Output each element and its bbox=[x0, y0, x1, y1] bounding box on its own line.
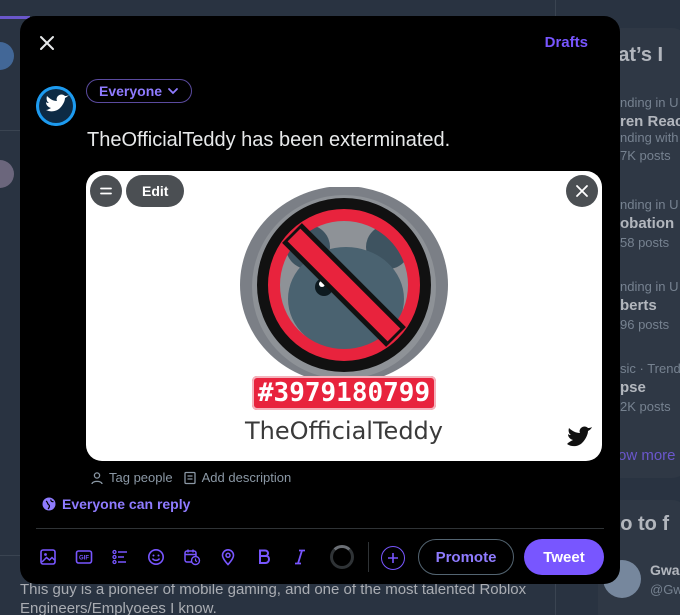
add-image-button[interactable] bbox=[36, 545, 60, 569]
chevron-down-icon bbox=[168, 88, 178, 95]
add-emoji-button[interactable] bbox=[144, 545, 168, 569]
media-edit-button[interactable]: Edit bbox=[126, 175, 185, 207]
tweet-button[interactable]: Tweet bbox=[524, 539, 604, 575]
media-attachment[interactable]: Edit #3979180799 TheOfficialTeddy bbox=[86, 171, 602, 461]
media-menu-button[interactable] bbox=[90, 175, 122, 207]
drafts-button[interactable]: Drafts bbox=[545, 34, 588, 51]
twitter-bird-icon bbox=[567, 426, 592, 447]
reply-setting-label: Everyone can reply bbox=[62, 496, 191, 512]
compose-tweet-modal: Drafts Everyone TheOfficialTeddy has bee… bbox=[20, 16, 620, 584]
reply-setting-button[interactable]: Everyone can reply bbox=[42, 496, 190, 512]
add-tweet-button[interactable] bbox=[381, 546, 405, 570]
twitter-bird-icon bbox=[36, 86, 76, 126]
divider bbox=[36, 528, 604, 529]
close-icon bbox=[40, 36, 54, 50]
avatar[interactable] bbox=[36, 86, 76, 126]
promote-button[interactable]: Promote bbox=[418, 539, 514, 575]
bold-button[interactable] bbox=[252, 545, 276, 569]
compose-toolbar: GIF bbox=[36, 536, 312, 578]
gif-icon: GIF bbox=[75, 550, 93, 564]
italic-icon bbox=[295, 549, 305, 565]
globe-icon bbox=[42, 497, 56, 511]
poll-icon bbox=[112, 549, 127, 565]
image-icon bbox=[40, 549, 56, 565]
audience-selector[interactable]: Everyone bbox=[86, 79, 193, 103]
media-username: TheOfficialTeddy bbox=[245, 417, 443, 445]
add-gif-button[interactable]: GIF bbox=[72, 545, 96, 569]
close-icon bbox=[576, 185, 588, 197]
bold-icon bbox=[259, 549, 271, 564]
media-meta: Tag people Add description bbox=[90, 470, 291, 485]
plus-icon bbox=[388, 553, 398, 563]
character-counter bbox=[330, 545, 354, 569]
emoji-icon bbox=[148, 549, 164, 565]
close-button[interactable] bbox=[32, 28, 62, 58]
banned-avatar-image bbox=[240, 187, 448, 384]
remove-media-button[interactable] bbox=[566, 175, 598, 207]
italic-button[interactable] bbox=[288, 545, 312, 569]
location-icon bbox=[221, 548, 235, 566]
add-description-label: Add description bbox=[201, 470, 292, 485]
schedule-button[interactable] bbox=[180, 545, 204, 569]
add-location-button[interactable] bbox=[216, 545, 240, 569]
audience-label: Everyone bbox=[99, 83, 163, 99]
ban-badge-number: #3979180799 bbox=[252, 376, 436, 410]
tweet-text-input[interactable]: TheOfficialTeddy has been exterminated. bbox=[87, 129, 450, 152]
description-icon bbox=[183, 471, 196, 484]
person-icon bbox=[91, 471, 103, 484]
tag-people-button[interactable]: Tag people bbox=[90, 470, 173, 485]
add-poll-button[interactable] bbox=[108, 545, 132, 569]
add-description-button[interactable]: Add description bbox=[183, 470, 292, 485]
menu-icon bbox=[100, 187, 112, 195]
tag-people-label: Tag people bbox=[109, 470, 173, 485]
schedule-icon bbox=[184, 549, 201, 566]
svg-text:GIF: GIF bbox=[79, 556, 89, 562]
divider bbox=[368, 542, 369, 572]
